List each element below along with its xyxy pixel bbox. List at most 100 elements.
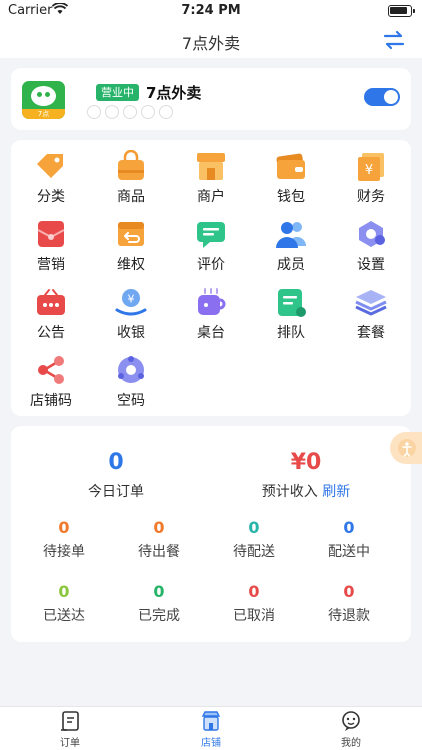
rating-face-icon — [87, 105, 101, 119]
stat-value: 0 — [343, 582, 355, 601]
bag-icon — [118, 150, 144, 180]
empty-code-icon — [118, 356, 144, 383]
refresh-link[interactable]: 刷新 — [322, 484, 350, 500]
stat-delivering[interactable]: 0 配送中 — [304, 518, 394, 561]
menu-item-merchant[interactable]: 商户 — [171, 142, 251, 205]
floating-help-button[interactable] — [390, 432, 422, 464]
expected-income-value: ¥0 — [290, 450, 322, 475]
menu-item-goods[interactable]: 商品 — [91, 142, 171, 205]
stat-completed[interactable]: 0 已完成 — [114, 582, 204, 625]
store-icon — [201, 711, 221, 731]
nav-bar: 7点外卖 — [0, 22, 422, 58]
svg-text:¥: ¥ — [128, 293, 135, 306]
clock: 7:24 PM — [181, 3, 241, 18]
return-icon — [118, 222, 144, 246]
person-icon — [398, 439, 416, 457]
menu-label: 分类 — [37, 189, 65, 205]
tab-label: 我的 — [341, 738, 361, 749]
stat-value: 0 — [248, 582, 260, 601]
menu-label: 空码 — [117, 393, 145, 409]
queue-icon — [278, 289, 306, 317]
stat-label: 待接单 — [43, 544, 85, 560]
stat-pending-meal[interactable]: 0 待出餐 — [114, 518, 204, 561]
marketing-icon — [37, 221, 65, 247]
menu-label: 桌台 — [197, 325, 225, 341]
store-name: 7点外卖 — [146, 84, 202, 102]
menu-item-marketing[interactable]: 营销 — [11, 210, 91, 273]
svg-text:¥: ¥ — [365, 163, 373, 178]
logo-text: 7点 — [22, 109, 65, 119]
menu-item-store-code[interactable]: 店铺码 — [11, 346, 91, 409]
stat-label: 已送达 — [43, 608, 85, 624]
tab-profile[interactable]: 我的 — [321, 710, 381, 749]
stat-label: 待退款 — [328, 608, 370, 624]
stat-pending-delivery[interactable]: 0 待配送 — [209, 518, 299, 561]
menu-item-members[interactable]: 成员 — [251, 210, 331, 273]
stat-pending-accept[interactable]: 0 待接单 — [19, 518, 109, 561]
menu-item-settings[interactable]: 设置 — [331, 210, 411, 273]
cashier-icon: ¥ — [115, 289, 147, 316]
open-toggle[interactable] — [364, 88, 400, 106]
rating-face-icon — [141, 105, 155, 119]
stat-label: 待出餐 — [138, 544, 180, 560]
status-bar: Carrier 7:24 PM — [0, 0, 422, 22]
members-icon — [276, 222, 306, 248]
stat-cancelled[interactable]: 0 已取消 — [209, 582, 299, 625]
menu-label: 设置 — [357, 257, 385, 273]
profile-icon — [342, 711, 360, 731]
rating-face-icon — [159, 105, 173, 119]
tab-label: 订单 — [60, 738, 80, 749]
menu-label: 商品 — [117, 189, 145, 205]
menu-item-wallet[interactable]: 钱包 — [251, 142, 331, 205]
menu-label: 商户 — [197, 189, 225, 205]
tag-icon — [37, 154, 63, 178]
stat-label: 待配送 — [233, 544, 275, 560]
stat-label: 配送中 — [328, 544, 370, 560]
stat-label: 已完成 — [138, 608, 180, 624]
menu-item-notice[interactable]: 公告 — [11, 278, 91, 341]
menu-item-review[interactable]: 评价 — [171, 210, 251, 273]
menu-item-rights[interactable]: 维权 — [91, 210, 171, 273]
comment-icon — [197, 222, 225, 248]
tab-orders[interactable]: 订单 — [40, 710, 100, 749]
stats-card: 0 今日订单 ¥0 预计收入 刷新 0 待接单 0 待出餐 0 待配送 0 配送… — [11, 426, 411, 642]
menu-item-empty-code[interactable]: 空码 — [91, 346, 171, 409]
rating-face-icon — [105, 105, 119, 119]
today-orders[interactable]: 0 今日订单 — [26, 450, 206, 501]
stat-value: 0 — [58, 582, 70, 601]
switch-store-icon[interactable] — [382, 28, 406, 52]
stat-value: 0 — [343, 518, 355, 537]
tab-store[interactable]: 店铺 — [181, 710, 241, 749]
menu-item-table[interactable]: 桌台 — [171, 278, 251, 341]
status-badge: 营业中 — [96, 84, 139, 101]
stat-value: 0 — [58, 518, 70, 537]
menu-label: 成员 — [277, 257, 305, 273]
menu-label: 公告 — [37, 325, 65, 341]
menu-item-finance[interactable]: ¥ 财务 — [331, 142, 411, 205]
notice-icon — [37, 289, 65, 315]
menu-item-combo[interactable]: 套餐 — [331, 278, 411, 341]
stat-value: 0 — [153, 582, 165, 601]
menu-label: 钱包 — [277, 189, 305, 205]
menu-label: 收银 — [117, 325, 145, 341]
stat-pending-refund[interactable]: 0 待退款 — [304, 582, 394, 625]
stat-value: 0 — [248, 518, 260, 537]
today-orders-value: 0 — [108, 450, 124, 475]
battery-icon — [388, 5, 415, 17]
stat-delivered[interactable]: 0 已送达 — [19, 582, 109, 625]
store-card[interactable]: 7点 营业中 7点外卖 — [11, 68, 411, 130]
feature-grid: 分类 商品 商户 钱包 ¥ 财务 营销 维权 评价 成员 设置 公告 ¥ 收银 … — [11, 140, 411, 416]
menu-label: 店铺码 — [30, 393, 72, 409]
menu-label: 维权 — [117, 257, 145, 273]
menu-item-category[interactable]: 分类 — [11, 142, 91, 205]
rating-icons — [87, 105, 173, 119]
menu-item-cashier[interactable]: ¥ 收银 — [91, 278, 171, 341]
store-logo: 7点 — [22, 81, 65, 119]
menu-label: 排队 — [277, 325, 305, 341]
menu-item-queue[interactable]: 排队 — [251, 278, 331, 341]
expected-income: ¥0 预计收入 刷新 — [216, 450, 396, 501]
share-icon — [38, 356, 64, 384]
table-icon — [198, 288, 226, 315]
today-orders-label: 今日订单 — [88, 484, 144, 500]
menu-label: 套餐 — [357, 325, 385, 341]
